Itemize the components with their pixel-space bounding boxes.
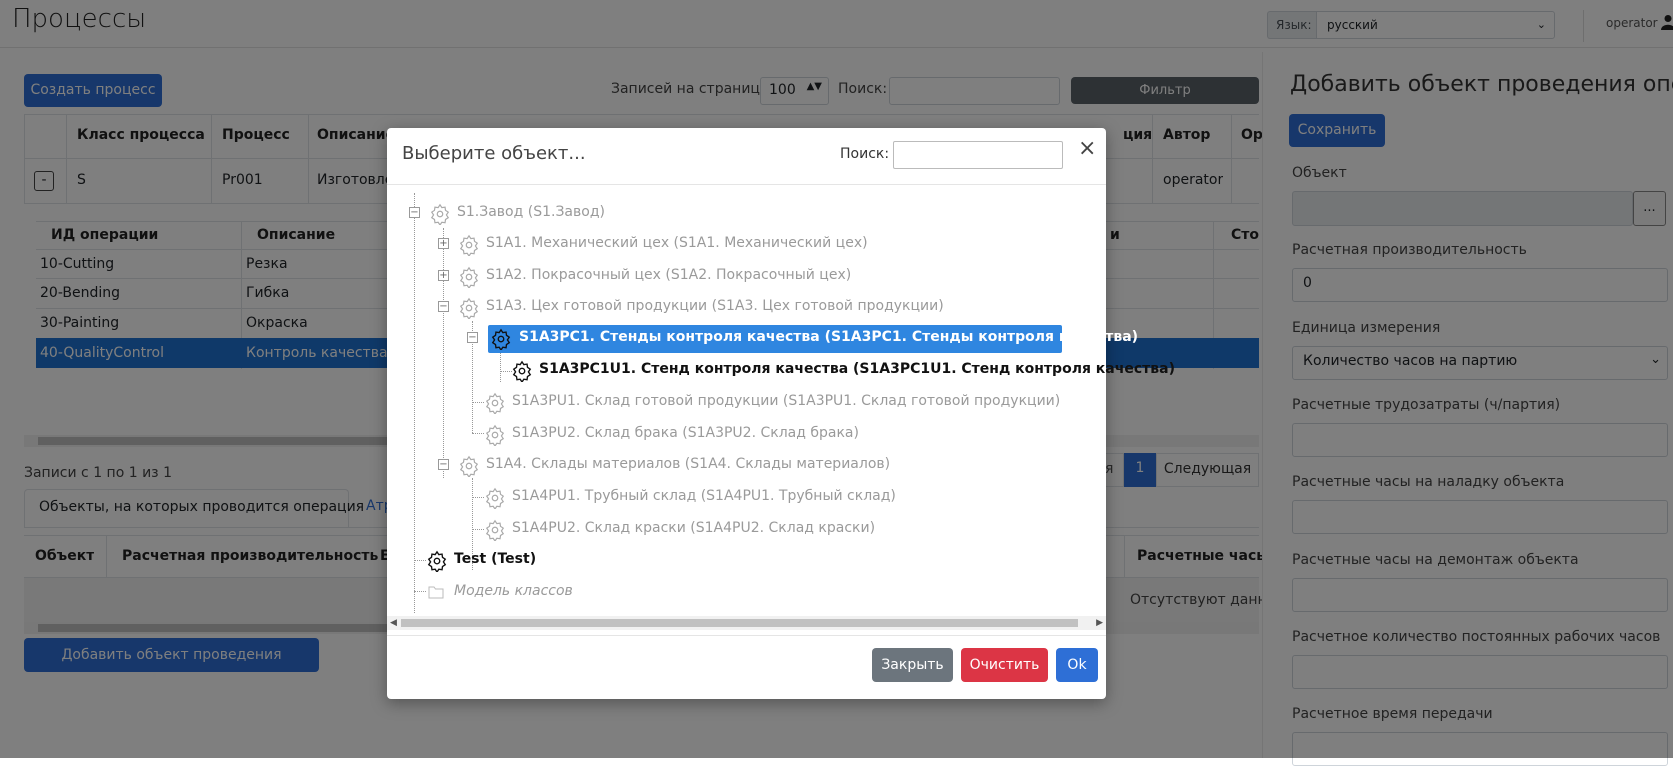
tree-line — [472, 402, 484, 403]
tree-node-test[interactable]: Test (Test) — [426, 548, 726, 574]
tree-node-label: S1A2. Покрасочный цех (S1A2. Покрасочный… — [486, 267, 852, 283]
gear-icon — [459, 297, 479, 319]
tree-line — [414, 591, 426, 592]
gear-icon — [485, 519, 505, 541]
tree-node-label: S1.Завод (S1.Завод) — [457, 204, 605, 220]
modal-horizontal-scrollbar[interactable]: ◀ ▶ — [387, 616, 1106, 630]
tree-node-label: S1A1. Механический цех (S1A1. Механическ… — [486, 235, 868, 251]
modal-ok-button[interactable]: Ok — [1056, 648, 1098, 682]
tree-line — [472, 433, 484, 434]
tree-node-s1a4[interactable]: − S1A4. Склады материалов (S1A4. Склады … — [438, 453, 1038, 479]
tree-node-label: S1A4PU2. Склад краски (S1A4PU2. Склад кр… — [512, 520, 876, 536]
modal-footer-divider — [387, 635, 1106, 636]
scroll-left-icon[interactable]: ◀ — [390, 616, 397, 630]
tree-line — [414, 560, 426, 561]
gear-icon — [485, 487, 505, 509]
gear-icon — [459, 234, 479, 256]
tree-node-s1a3pu2[interactable]: S1A3PU2. Склад брака (S1A3PU2. Склад бра… — [484, 422, 1084, 448]
modal-title: Выберите объект... — [402, 143, 586, 164]
modal-search-input[interactable] — [893, 141, 1063, 169]
tree-node-s1[interactable]: − S1.Завод (S1.Завод) — [409, 201, 709, 227]
tree-node-s1a3[interactable]: − S1A3. Цех готовой продукции (S1A3. Цех… — [438, 295, 1058, 321]
tree-node-label: S1A4. Склады материалов (S1A4. Склады ма… — [486, 456, 891, 472]
modal-header-divider — [387, 184, 1106, 185]
tree-node-s1a1[interactable]: + S1A1. Механический цех (S1A1. Механиче… — [438, 232, 1038, 258]
tree-node-s1a3pu1[interactable]: S1A3PU1. Склад готовой продукции (S1A3PU… — [484, 390, 1084, 416]
modal-search-label: Поиск: — [840, 146, 890, 162]
tree-line — [472, 497, 484, 498]
tree-node-s1a3pc1[interactable]: − S1A3PC1. Стенды контроля качества (S1A… — [467, 326, 1138, 352]
expand-icon[interactable]: + — [438, 238, 449, 249]
scroll-thumb[interactable] — [401, 619, 1078, 627]
select-object-modal: Выберите объект... Поиск: × − S1.Завод (… — [387, 128, 1175, 699]
gear-icon — [491, 328, 511, 350]
tree-line — [500, 352, 501, 382]
tree-node-class-model[interactable]: Модель классов — [426, 580, 726, 606]
scroll-right-icon[interactable]: ▶ — [1096, 616, 1103, 630]
gear-icon — [459, 455, 479, 477]
modal-close-button[interactable]: Закрыть — [872, 648, 953, 682]
tree-node-label: S1A4PU1. Трубный склад (S1A4PU1. Трубный… — [512, 488, 896, 504]
gear-icon — [485, 424, 505, 446]
tree-node-label: S1A3. Цех готовой продукции (S1A3. Цех г… — [486, 298, 944, 314]
collapse-icon[interactable]: − — [438, 459, 449, 470]
tree-node-s1a3pc1u1[interactable]: S1A3PC1U1. Стенд контроля качества (S1A3… — [511, 358, 1175, 384]
tree-line — [414, 193, 415, 613]
gear-icon — [512, 360, 532, 382]
tree-node-s1a4pu1[interactable]: S1A4PU1. Трубный склад (S1A4PU1. Трубный… — [484, 485, 1084, 511]
gear-icon — [427, 550, 447, 572]
collapse-icon[interactable]: − — [409, 207, 420, 218]
tree-node-label: S1A3PC1U1. Стенд контроля качества (S1A3… — [539, 361, 1175, 377]
tree-node-label: Test (Test) — [454, 551, 537, 567]
gear-icon — [485, 392, 505, 414]
tree-node-label: S1A3PU1. Склад готовой продукции (S1A3PU… — [512, 393, 1061, 409]
tree-node-s1a4pu2[interactable]: S1A4PU2. Склад краски (S1A4PU2. Склад кр… — [484, 517, 1084, 543]
collapse-icon[interactable]: − — [438, 301, 449, 312]
tree-line — [472, 529, 484, 530]
gear-icon — [459, 266, 479, 288]
gear-icon — [430, 203, 450, 225]
tree-node-label: Модель классов — [454, 583, 573, 599]
tree-node-label: S1A3PU2. Склад брака (S1A3PU2. Склад бра… — [512, 425, 859, 441]
collapse-icon[interactable]: − — [467, 332, 478, 343]
folder-icon — [428, 586, 444, 599]
expand-icon[interactable]: + — [438, 270, 449, 281]
tree-node-s1a2[interactable]: + S1A2. Покрасочный цех (S1A2. Покрасочн… — [438, 264, 1038, 290]
modal-clear-button[interactable]: Очистить — [961, 648, 1048, 682]
close-icon[interactable]: × — [1078, 138, 1096, 160]
tree-node-label: S1A3PC1. Стенды контроля качества (S1A3P… — [519, 329, 1139, 345]
